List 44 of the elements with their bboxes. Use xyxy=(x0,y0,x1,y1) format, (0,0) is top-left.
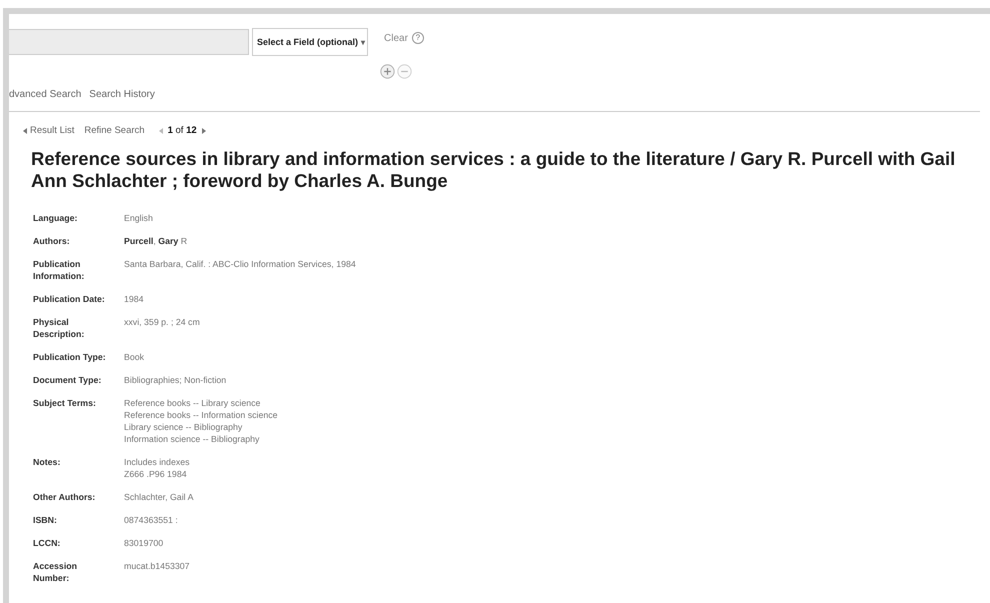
previous-icon[interactable] xyxy=(158,128,163,134)
field-value: xxvi, 359 p. ; 24 cm xyxy=(124,316,201,328)
remove-row-icon[interactable] xyxy=(397,64,412,79)
field-value: Information science -- Bibliography xyxy=(124,433,260,445)
field-value: Bibliographies; Non-fiction xyxy=(124,374,228,386)
field-value: mucat.b1453307 xyxy=(124,560,191,572)
field-value: Reference books -- Information science xyxy=(124,409,279,421)
next-icon[interactable] xyxy=(202,128,206,134)
clear-link[interactable]: Clear xyxy=(384,32,408,44)
field-value: Book xyxy=(124,351,146,363)
record-position: 1 of 12 xyxy=(168,125,197,136)
record-title: Reference sources in library and information services : a guide to the literature / Gary R. Purcell with Gail Ann Schlachter ; foreword by Charles A. Bunge xyxy=(31,148,956,192)
field-value: Reference books -- Library science xyxy=(124,397,262,409)
field-value: 1984 xyxy=(124,293,145,305)
search-link[interactable]: Search History xyxy=(89,89,155,103)
add-row-icon[interactable] xyxy=(380,64,395,79)
search-field[interactable] xyxy=(9,29,249,55)
field-label: Language: xyxy=(33,212,78,224)
field-dropdown[interactable]: Select a Field (optional) ▾ xyxy=(252,28,368,56)
field-label: Other Authors: xyxy=(33,491,96,503)
help-icon[interactable]: ? xyxy=(412,32,424,44)
field-label: Physical Description: xyxy=(33,316,86,340)
field-value: Schlachter, Gail A xyxy=(124,491,194,503)
field-value: Includes indexes xyxy=(124,456,191,468)
field-label: Authors: xyxy=(33,235,71,247)
field-value: Purcell, Gary R xyxy=(124,235,188,247)
field-label: Publication Information: xyxy=(33,258,86,282)
search-link[interactable]: dvanced Search xyxy=(9,89,82,103)
field-value: 0874363551 : xyxy=(124,514,179,526)
result-list-link[interactable]: Result List xyxy=(23,125,74,136)
field-value: Z666 .P96 1984 xyxy=(124,468,188,480)
field-value: Santa Barbara, Calif. : ABC-Clio Information Services, 1984 xyxy=(124,258,357,270)
field-value: 83019700 xyxy=(124,537,164,549)
field-value: English xyxy=(124,212,154,224)
field-label: Publication Type: xyxy=(33,351,107,363)
field-label: Accession Number: xyxy=(33,560,78,584)
field-value: Library science -- Bibliography xyxy=(124,421,244,433)
field-label: Notes: xyxy=(33,456,62,469)
field-label: ISBN: xyxy=(33,514,58,526)
field-label: Document Type: xyxy=(33,374,102,386)
field-label: Subject Terms: xyxy=(33,397,97,410)
field-label: Publication Date: xyxy=(33,293,106,305)
refine-search-link[interactable]: Refine Search xyxy=(84,125,145,136)
field-label: LCCN: xyxy=(33,537,62,549)
